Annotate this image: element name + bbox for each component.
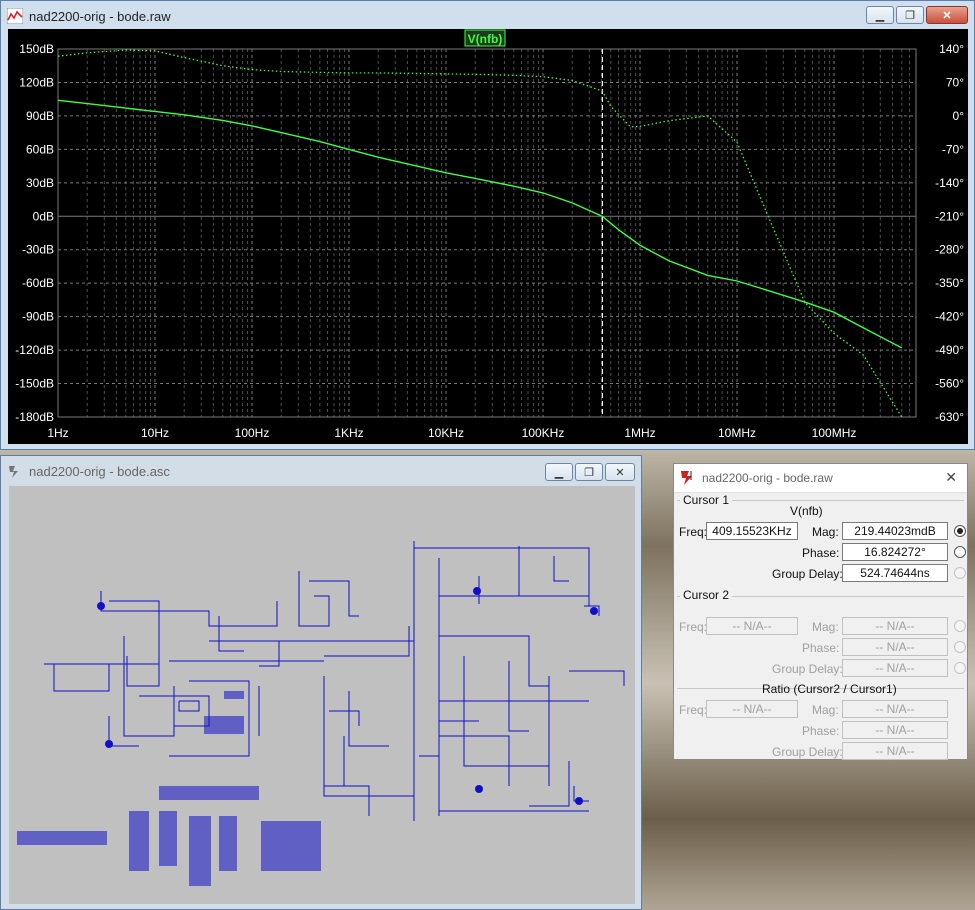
left-axis-tick-label: -60dB bbox=[22, 276, 54, 290]
right-axis-tick-label: -420° bbox=[935, 310, 964, 324]
ratio-mag-label: Mag: bbox=[812, 703, 839, 717]
cursor-app-icon bbox=[681, 471, 692, 485]
left-axis-tick-label: 90dB bbox=[26, 109, 54, 123]
cursor2-mag-field: -- N/A-- bbox=[842, 617, 948, 635]
x-axis-tick-label: 10MHz bbox=[718, 426, 756, 440]
right-axis-tick-label: -140° bbox=[935, 176, 964, 190]
right-axis-tick-label: -560° bbox=[935, 377, 964, 391]
left-axis-tick-label: 30dB bbox=[26, 176, 54, 190]
left-axis-tick-label: 60dB bbox=[26, 142, 54, 156]
cursor2-freq-label: Freq: bbox=[679, 620, 708, 634]
x-axis-tick-label: 1MHz bbox=[624, 426, 655, 440]
ratio-freq-label: Freq: bbox=[679, 703, 708, 717]
restore-button[interactable]: ❐ bbox=[896, 6, 924, 24]
schematic-restore-button[interactable]: ❐ bbox=[575, 463, 603, 481]
ratio-label: Ratio (Cursor2 / Cursor1) bbox=[762, 682, 897, 696]
left-axis-tick-label: 150dB bbox=[19, 42, 54, 56]
left-axis-tick-label: -180dB bbox=[15, 410, 54, 424]
right-axis-tick-label: -350° bbox=[935, 276, 964, 290]
waveform-window-titlebar[interactable]: nad2200-orig - bode.raw bbox=[1, 1, 974, 31]
bode-plot-area[interactable]: 150dB 120dB 90dB 60dB 30dB 0dB -30dB -60dB -90dB… bbox=[8, 29, 968, 444]
cursor1-group-delay-field[interactable]: 524.74644ns bbox=[842, 564, 948, 582]
x-axis-tick-label: 10Hz bbox=[141, 426, 169, 440]
left-axis-tick-label: -90dB bbox=[22, 310, 54, 324]
cursor1-phase-label: Phase: bbox=[802, 546, 840, 560]
right-axis-tick-label: -70° bbox=[942, 142, 964, 156]
schematic-minimize-button[interactable]: ▁ bbox=[545, 463, 573, 481]
left-axis-tick-label: -30dB bbox=[22, 243, 54, 257]
amplifier-schematic-drawing[interactable] bbox=[9, 486, 635, 904]
right-axis-tick-label: -210° bbox=[935, 209, 964, 223]
schematic-window[interactable]: nad2200-orig - bode.asc ▁ ❐ ✕ bbox=[0, 455, 642, 910]
cursor1-group-delay-label: Group Delay: bbox=[772, 567, 843, 581]
ratio-mag-field: -- N/A-- bbox=[842, 700, 948, 718]
cursor2-phase-label: Phase: bbox=[802, 641, 840, 655]
left-axis-tick-label: 120dB bbox=[19, 75, 54, 89]
ratio-phase-label: Phase: bbox=[802, 724, 840, 738]
schematic-app-icon bbox=[9, 466, 18, 478]
close-button[interactable]: ✕ bbox=[926, 6, 968, 24]
cursor2-freq-field: -- N/A-- bbox=[706, 617, 798, 635]
left-axis-tick-label: 0dB bbox=[33, 209, 54, 223]
cursor2-mag-radio bbox=[954, 620, 966, 632]
right-axis-tick-label: 0° bbox=[953, 109, 965, 123]
cursor2-group-delay-label: Group Delay: bbox=[772, 662, 843, 676]
plot-frame bbox=[57, 48, 917, 418]
x-axis-tick-label: 1Hz bbox=[47, 426, 68, 440]
right-axis-tick-label: -280° bbox=[935, 243, 964, 257]
cursor1-group-delay-radio[interactable] bbox=[954, 567, 966, 579]
right-axis-tick-label: 140° bbox=[939, 42, 964, 56]
x-axis-tick-label: 100KHz bbox=[522, 426, 565, 440]
schematic-canvas[interactable] bbox=[9, 486, 635, 904]
waveform-app-icon bbox=[7, 8, 23, 24]
cursor2-group-delay-radio bbox=[954, 662, 966, 674]
waveform-window[interactable]: nad2200-orig - bode.raw ▁ ❐ ✕ 150dB 120dB… bbox=[0, 0, 975, 450]
cursor1-mag-field[interactable]: 219.44023mdB bbox=[842, 522, 948, 540]
cursor1-mag-radio[interactable] bbox=[954, 525, 966, 537]
waveform-window-title: nad2200-orig - bode.raw bbox=[29, 8, 171, 24]
ratio-group-delay-label: Group Delay: bbox=[772, 745, 843, 759]
cursor1-label: Cursor 1 bbox=[680, 493, 733, 507]
cursor2-phase-radio bbox=[954, 641, 966, 653]
cursor2-phase-field: -- N/A-- bbox=[842, 638, 948, 656]
schematic-window-title: nad2200-orig - bode.asc bbox=[29, 463, 170, 479]
cursor1-phase-radio[interactable] bbox=[954, 546, 966, 558]
cursor-window-titlebar[interactable]: nad2200-orig - bode.raw ✕ bbox=[674, 464, 967, 493]
cursor2-mag-label: Mag: bbox=[812, 620, 839, 634]
ratio-group-delay-field: -- N/A-- bbox=[842, 742, 948, 760]
x-axis-tick-label: 100Hz bbox=[235, 426, 270, 440]
schematic-close-button[interactable]: ✕ bbox=[605, 463, 635, 481]
trace-label: V(nfb) bbox=[468, 32, 503, 46]
right-axis-tick-label: -630° bbox=[935, 410, 964, 424]
x-axis-tick-label: 1KHz bbox=[334, 426, 363, 440]
bode-plot-chart[interactable]: 150dB 120dB 90dB 60dB 30dB 0dB -30dB -60dB -90dB… bbox=[8, 29, 968, 444]
ratio-freq-field: -- N/A-- bbox=[706, 700, 798, 718]
right-axis-tick-label: -490° bbox=[935, 343, 964, 357]
cursor2-group-delay-field: -- N/A-- bbox=[842, 659, 948, 677]
cursor2-label: Cursor 2 bbox=[680, 588, 733, 602]
cursor1-mag-label: Mag: bbox=[812, 525, 839, 539]
ratio-phase-field: -- N/A-- bbox=[842, 721, 948, 739]
right-axis-tick-label: 70° bbox=[946, 75, 964, 89]
close-icon[interactable]: ✕ bbox=[945, 469, 957, 486]
x-axis-tick-label: 100MHz bbox=[812, 426, 857, 440]
cursor-readout-window[interactable]: nad2200-orig - bode.raw ✕ Cursor 1 V(nfb… bbox=[673, 463, 968, 760]
cursor1-freq-label: Freq: bbox=[679, 525, 708, 539]
cursor1-trace-name: V(nfb) bbox=[790, 504, 823, 518]
left-axis-tick-label: -150dB bbox=[15, 377, 54, 391]
cursor-window-title: nad2200-orig - bode.raw bbox=[702, 471, 833, 485]
cursor1-freq-field[interactable]: 409.15523KHz bbox=[706, 522, 798, 540]
x-axis-tick-label: 10KHz bbox=[428, 426, 464, 440]
left-axis-tick-label: -120dB bbox=[15, 343, 54, 357]
minimize-button[interactable]: ▁ bbox=[866, 6, 894, 24]
cursor1-phase-field[interactable]: 16.824272° bbox=[842, 543, 948, 561]
